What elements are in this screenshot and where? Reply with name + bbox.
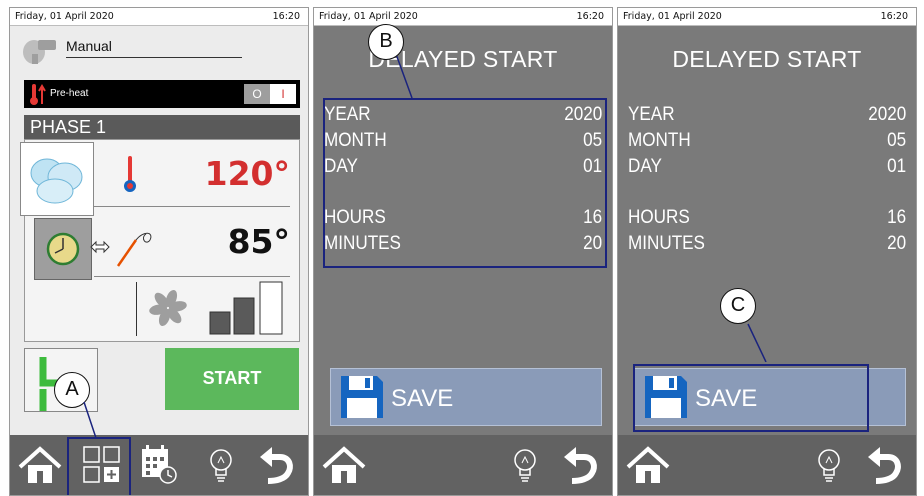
preheat-toggle[interactable]: O I [244,84,296,104]
toggle-off[interactable]: O [244,84,270,104]
row-year[interactable]: YEAR 2020 [626,102,908,130]
toggle-on[interactable]: I [270,84,296,104]
lightbulb-icon[interactable] [206,447,236,487]
status-bar: Friday, 01 April 2020 16:20 [618,8,916,26]
home-icon[interactable] [18,445,62,485]
row-hours[interactable]: HOURS 16 [626,205,908,233]
row-value[interactable]: 05 [887,130,906,152]
page-title: DELAYED START [368,46,558,72]
row-value[interactable]: 01 [887,156,906,178]
row-label: YEAR [628,104,675,125]
preheat-bar: Pre-heat O I [24,80,300,108]
callout-c-leader [747,323,767,362]
lightbulb-icon[interactable] [814,447,844,487]
steam-selector[interactable] [20,142,94,216]
callout-a-leader [83,401,97,439]
status-date: Friday, 01 April 2020 [623,11,722,22]
fan-icon[interactable] [148,288,188,328]
lightbulb-icon[interactable] [510,447,540,487]
fan-divider [136,282,137,336]
start-button[interactable]: START [165,348,299,410]
preheat-thermometer-icon [30,84,46,105]
thermometer-icon [124,156,136,192]
preheat-label: Pre-heat [50,88,89,99]
row-label: MINUTES [628,233,705,254]
calendar-icon[interactable] [138,443,180,485]
status-date: Friday, 01 April 2020 [15,11,114,22]
row-label: HOURS [628,207,690,228]
timer-mode-button[interactable] [34,218,92,280]
bottom-nav [10,435,308,495]
callout-b-highlight [323,98,607,268]
home-icon[interactable] [626,445,670,485]
bottom-nav [314,435,612,495]
status-date: Friday, 01 April 2020 [319,11,418,22]
bottom-nav [618,435,916,495]
back-icon[interactable] [258,443,298,485]
program-underline [66,57,242,58]
row-value[interactable]: 16 [887,207,906,229]
status-bar: Friday, 01 April 2020 16:20 [314,8,612,26]
phase-bar: PHASE 1 [24,115,300,139]
home-icon[interactable] [322,445,366,485]
callout-b-leader [395,53,413,99]
status-time: 16:20 [880,11,908,22]
back-icon[interactable] [866,443,906,485]
start-label: START [202,368,262,388]
main-cooking-screen: Friday, 01 April 2020 16:20 Manual Pre-h… [9,7,309,496]
back-icon[interactable] [562,443,602,485]
fan-speed-bars-icon[interactable] [208,280,288,336]
swap-arrow-icon[interactable] [90,240,110,254]
callout-c: C [720,288,756,324]
temp-divider [94,206,290,207]
steam-icon [30,158,83,204]
row-value[interactable]: 20 [887,233,906,255]
core-temperature-value[interactable]: 85° [180,222,290,261]
probe-icon [116,232,152,267]
row-value[interactable]: 2020 [868,104,906,126]
probe-divider [94,276,290,277]
row-label: MONTH [628,130,691,151]
clock-icon [46,232,80,266]
save-button[interactable]: SAVE [330,368,602,426]
row-month[interactable]: MONTH 05 [626,128,908,156]
save-label: SAVE [391,385,454,412]
phase-label: PHASE 1 [30,117,107,137]
callout-c-highlight [633,364,869,432]
status-bar: Friday, 01 April 2020 16:20 [10,8,308,26]
program-name: Manual [66,38,112,54]
program-icon [23,40,56,64]
page-title: DELAYED START [672,46,862,72]
row-label: DAY [628,156,662,177]
row-minutes[interactable]: MINUTES 20 [626,231,908,259]
row-day[interactable]: DAY 01 [626,154,908,182]
program-selector[interactable]: Manual [22,32,242,66]
temperature-value[interactable]: 120° [180,154,290,193]
callout-b: B [368,24,404,60]
floppy-icon [341,376,383,418]
callout-a-highlight [67,437,131,495]
status-time: 16:20 [576,11,604,22]
status-time: 16:20 [272,11,300,22]
